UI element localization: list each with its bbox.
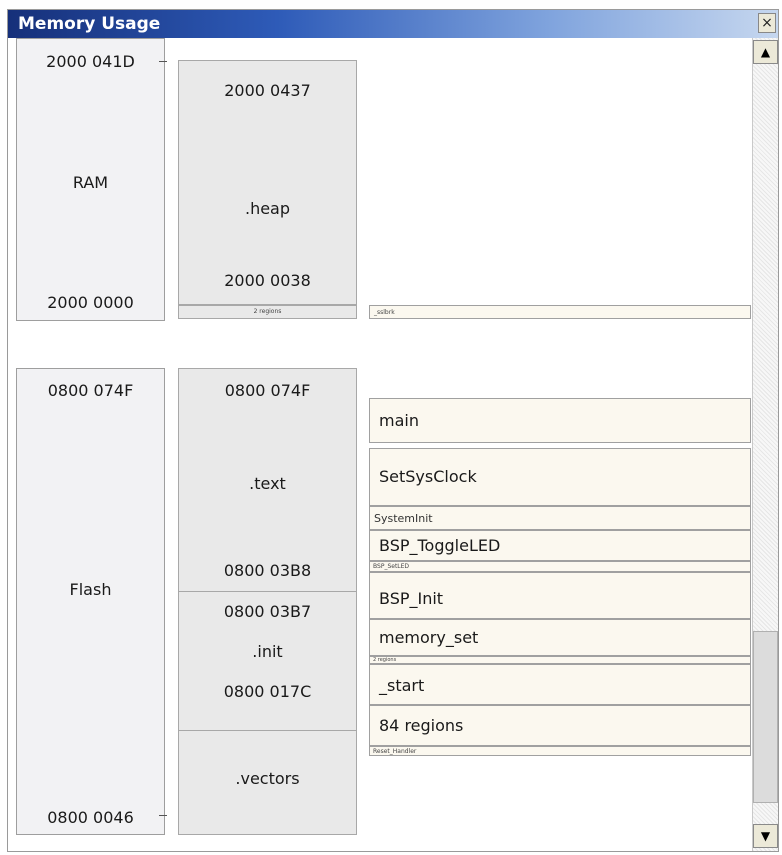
vectors-section[interactable]: .vectors	[178, 730, 357, 835]
init-bottom-address: 0800 017C	[223, 682, 312, 701]
function-reset-handler[interactable]: Reset_Handler	[369, 746, 751, 756]
flash-bottom-address: 0800 0046	[47, 808, 134, 827]
heap-top-address: 2000 0437	[224, 81, 311, 100]
function-main-label: main	[379, 411, 419, 430]
function-memory-set[interactable]: memory_set	[369, 619, 751, 656]
close-button[interactable]: ×	[758, 13, 776, 33]
init-section[interactable]: 0800 03B7 .init 0800 017C	[178, 591, 357, 731]
ram-label: RAM	[72, 173, 109, 192]
regions-84[interactable]: 84 regions	[369, 705, 751, 746]
flash-label: Flash	[69, 580, 112, 599]
heap-name: .heap	[244, 199, 291, 218]
init-name: .init	[252, 642, 283, 661]
function-main[interactable]: main	[369, 398, 751, 443]
vectors-name: .vectors	[235, 769, 300, 788]
ram-regions-note: 2 regions	[253, 308, 282, 315]
function-toggleled[interactable]: BSP_ToggleLED	[369, 530, 751, 561]
ram-top-address: 2000 041D	[46, 52, 135, 71]
text-bottom-address: 0800 03B8	[223, 561, 312, 580]
function-setled[interactable]: BSP_SetLED	[369, 561, 751, 572]
ram-block[interactable]: 2000 041D RAM 2000 0000	[16, 38, 165, 321]
function-start-label: _start	[379, 676, 425, 695]
function-start[interactable]: _start	[369, 664, 751, 705]
function-memory-set-label: memory_set	[379, 628, 479, 647]
scroll-up-button[interactable]: ▲	[753, 40, 778, 64]
vertical-scrollbar[interactable]: ▲ ▼	[752, 38, 778, 851]
heap-section[interactable]: 2000 0437 .heap 2000 0038	[178, 60, 357, 305]
function-bsp-init[interactable]: BSP_Init	[369, 572, 751, 619]
flash-block[interactable]: 0800 074F Flash 0800 0046	[16, 368, 165, 835]
flash-top-address: 0800 074F	[47, 381, 134, 400]
flash-bottom-tick	[159, 815, 167, 816]
ram-regions-strip[interactable]: 2 regions	[178, 305, 357, 319]
function-toggleled-label: BSP_ToggleLED	[379, 536, 501, 555]
function-bsp-init-label: BSP_Init	[379, 589, 444, 608]
memory-usage-window: Memory Usage × 2000 041D RAM 2000 0000 2…	[7, 9, 779, 852]
function-systeminit[interactable]: SystemInit	[369, 506, 751, 530]
scroll-down-button[interactable]: ▼	[753, 824, 778, 848]
function-reset-handler-label: Reset_Handler	[373, 748, 417, 755]
sslbrk-strip[interactable]: _sslbrk	[369, 305, 751, 319]
init-top-address: 0800 03B7	[223, 602, 312, 621]
function-systeminit-label: SystemInit	[374, 512, 433, 525]
function-setled-label: BSP_SetLED	[373, 563, 410, 570]
regions-small-strip[interactable]: 2 regions	[369, 656, 751, 664]
sslbrk-note: _sslbrk	[374, 309, 395, 316]
text-name: .text	[249, 474, 286, 493]
title-bar[interactable]: Memory Usage ×	[8, 10, 778, 38]
function-setsysclock-label: SetSysClock	[379, 467, 477, 486]
text-section[interactable]: 0800 074F .text 0800 03B8	[178, 368, 357, 592]
window-title: Memory Usage	[18, 14, 161, 34]
memory-map: 2000 041D RAM 2000 0000 2000 0437 .heap …	[8, 38, 752, 851]
ram-bottom-address: 2000 0000	[47, 293, 134, 312]
text-top-address: 0800 074F	[224, 381, 311, 400]
scroll-thumb[interactable]	[753, 631, 778, 803]
regions-small-label: 2 regions	[373, 657, 397, 663]
regions-84-label: 84 regions	[379, 716, 464, 735]
heap-bottom-address: 2000 0038	[224, 271, 311, 290]
function-setsysclock[interactable]: SetSysClock	[369, 448, 751, 506]
ram-top-tick	[159, 61, 167, 62]
